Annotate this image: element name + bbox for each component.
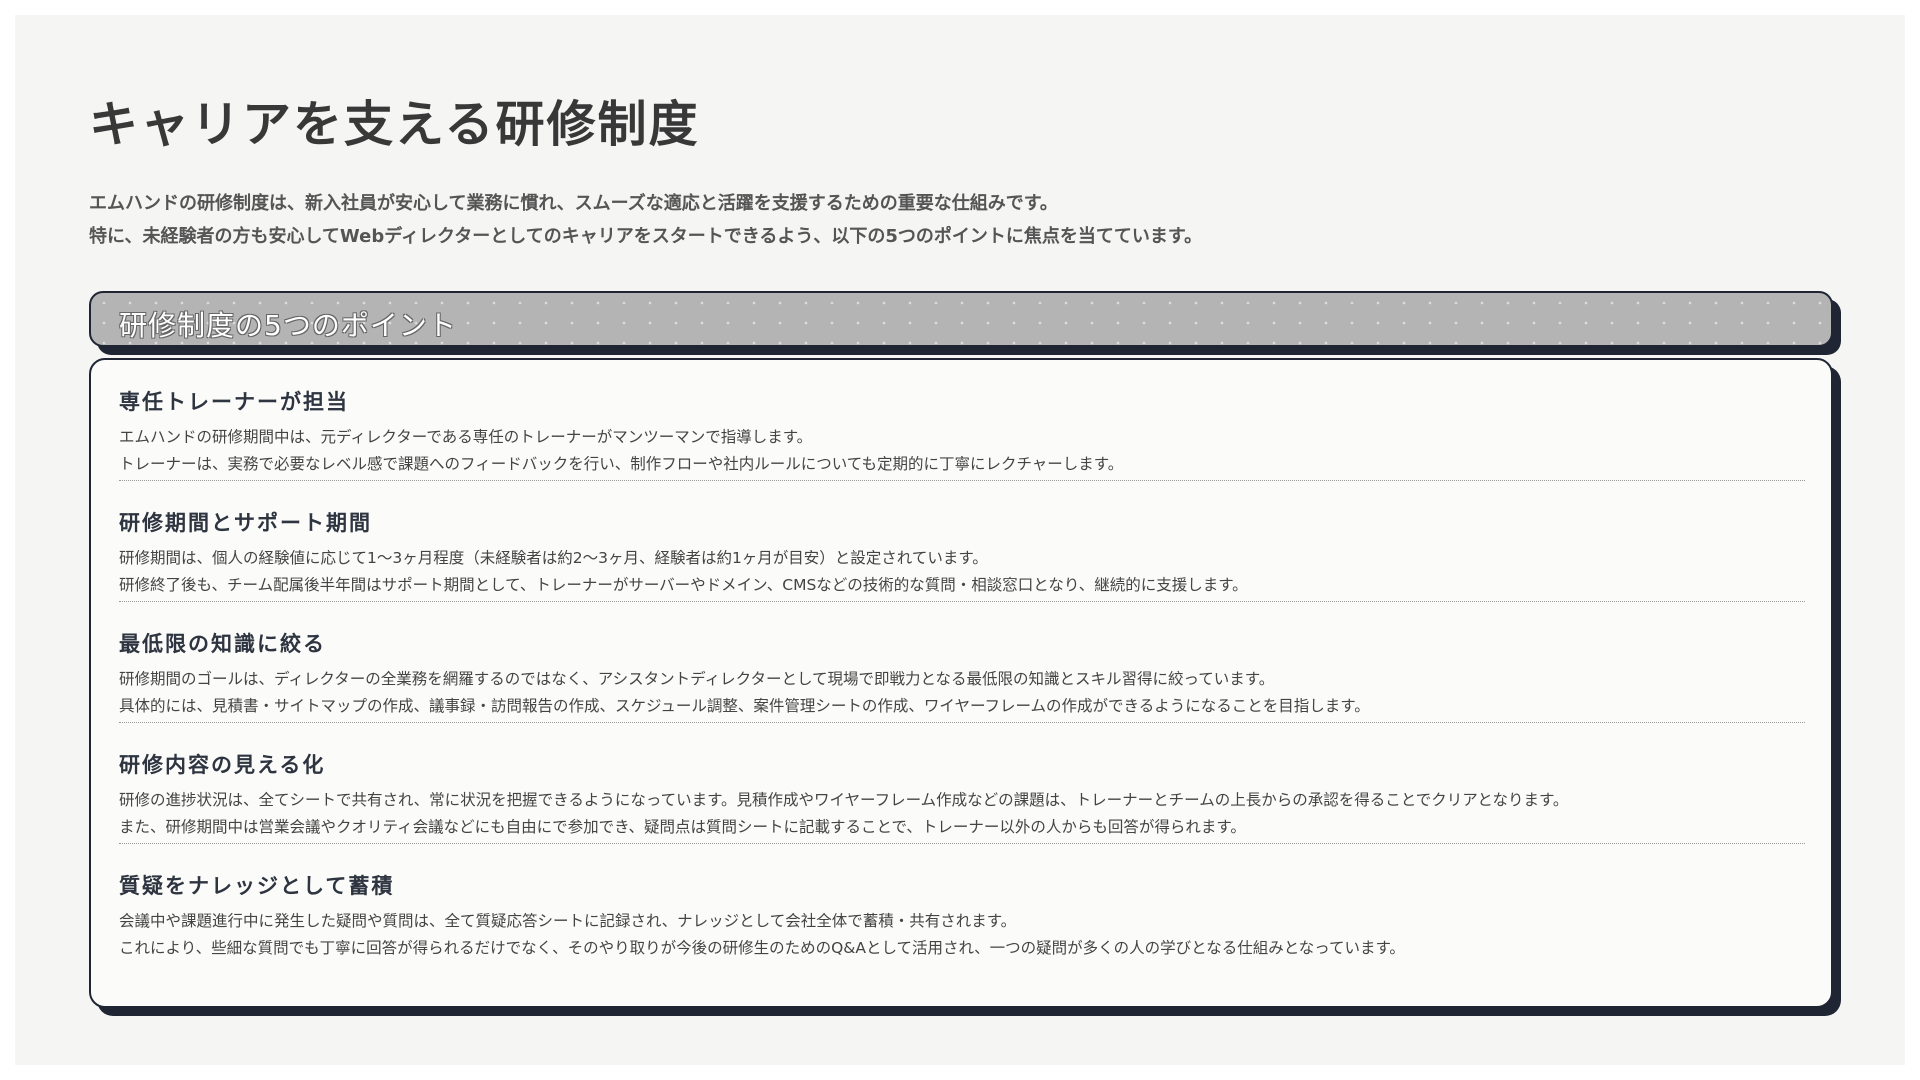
page-background: キャリアを支える研修制度 エムハンドの研修制度は、新入社員が安心して業務に慣れ、…: [15, 15, 1905, 1065]
intro-text: エムハンドの研修制度は、新入社員が安心して業務に慣れ、スムーズな適応と活躍を支援…: [89, 187, 1689, 253]
point-description: 研修の進捗状況は、全てシートで共有され、常に状況を把握できるようになっています。…: [119, 791, 1569, 809]
point-title: 専任トレーナーが担当: [119, 390, 349, 414]
page-title: キャリアを支える研修制度: [89, 96, 700, 153]
point-title: 研修期間とサポート期間: [119, 511, 372, 535]
point-title: 最低限の知識に絞る: [119, 632, 326, 656]
point-item: 最低限の知識に絞る 研修期間のゴールは、ディレクターの全業務を網羅するのではなく…: [119, 602, 1805, 723]
point-item: 研修期間とサポート期間 研修期間は、個人の経験値に応じて1〜3ヶ月程度（未経験者…: [119, 481, 1805, 602]
point-item: 専任トレーナーが担当 エムハンドの研修期間中は、元ディレクターである専任のトレー…: [119, 360, 1805, 481]
intro-line: エムハンドの研修制度は、新入社員が安心して業務に慣れ、スムーズな適応と活躍を支援…: [89, 193, 1058, 214]
point-item: 質疑をナレッジとして蓄積 会議中や課題進行中に発生した疑問や質問は、全て質疑応答…: [119, 844, 1805, 965]
point-description: 研修期間は、個人の経験値に応じて1〜3ヶ月程度（未経験者は約2〜3ヶ月、経験者は…: [119, 549, 988, 567]
point-description: エムハンドの研修期間中は、元ディレクターである専任のトレーナーがマンツーマンで指…: [119, 428, 813, 446]
point-title: 研修内容の見える化: [119, 753, 326, 777]
point-description: 具体的には、見積書・サイトマップの作成、議事録・訪問報告の作成、スケジュール調整…: [119, 697, 1370, 715]
point-description: 研修期間のゴールは、ディレクターの全業務を網羅するのではなく、アシスタントディレ…: [119, 670, 1275, 688]
section-header: 研修制度の5つのポイント: [89, 291, 1833, 347]
point-description: 会議中や課題進行中に発生した疑問や質問は、全て質疑応答シートに記録され、ナレッジ…: [119, 912, 1017, 930]
points-card: 専任トレーナーが担当 エムハンドの研修期間中は、元ディレクターである専任のトレー…: [89, 358, 1833, 1008]
point-item: 研修内容の見える化 研修の進捗状況は、全てシートで共有され、常に状況を把握できる…: [119, 723, 1805, 844]
intro-line: 特に、未経験者の方も安心してWebディレクターとしてのキャリアをスタートできるよ…: [89, 226, 1203, 247]
point-description: また、研修期間中は営業会議やクオリティ会議などにも自由にで参加でき、疑問点は質問…: [119, 818, 1246, 836]
point-description: 研修終了後も、チーム配属後半年間はサポート期間として、トレーナーがサーバーやドメ…: [119, 576, 1248, 594]
section-header-title: 研修制度の5つのポイント: [119, 309, 457, 342]
point-description: これにより、些細な質問でも丁寧に回答が得られるだけでなく、そのやり取りが今後の研…: [119, 939, 1405, 957]
point-title: 質疑をナレッジとして蓄積: [119, 874, 395, 898]
point-description: トレーナーは、実務で必要なレベル感で課題へのフィードバックを行い、制作フローや社…: [119, 455, 1124, 473]
